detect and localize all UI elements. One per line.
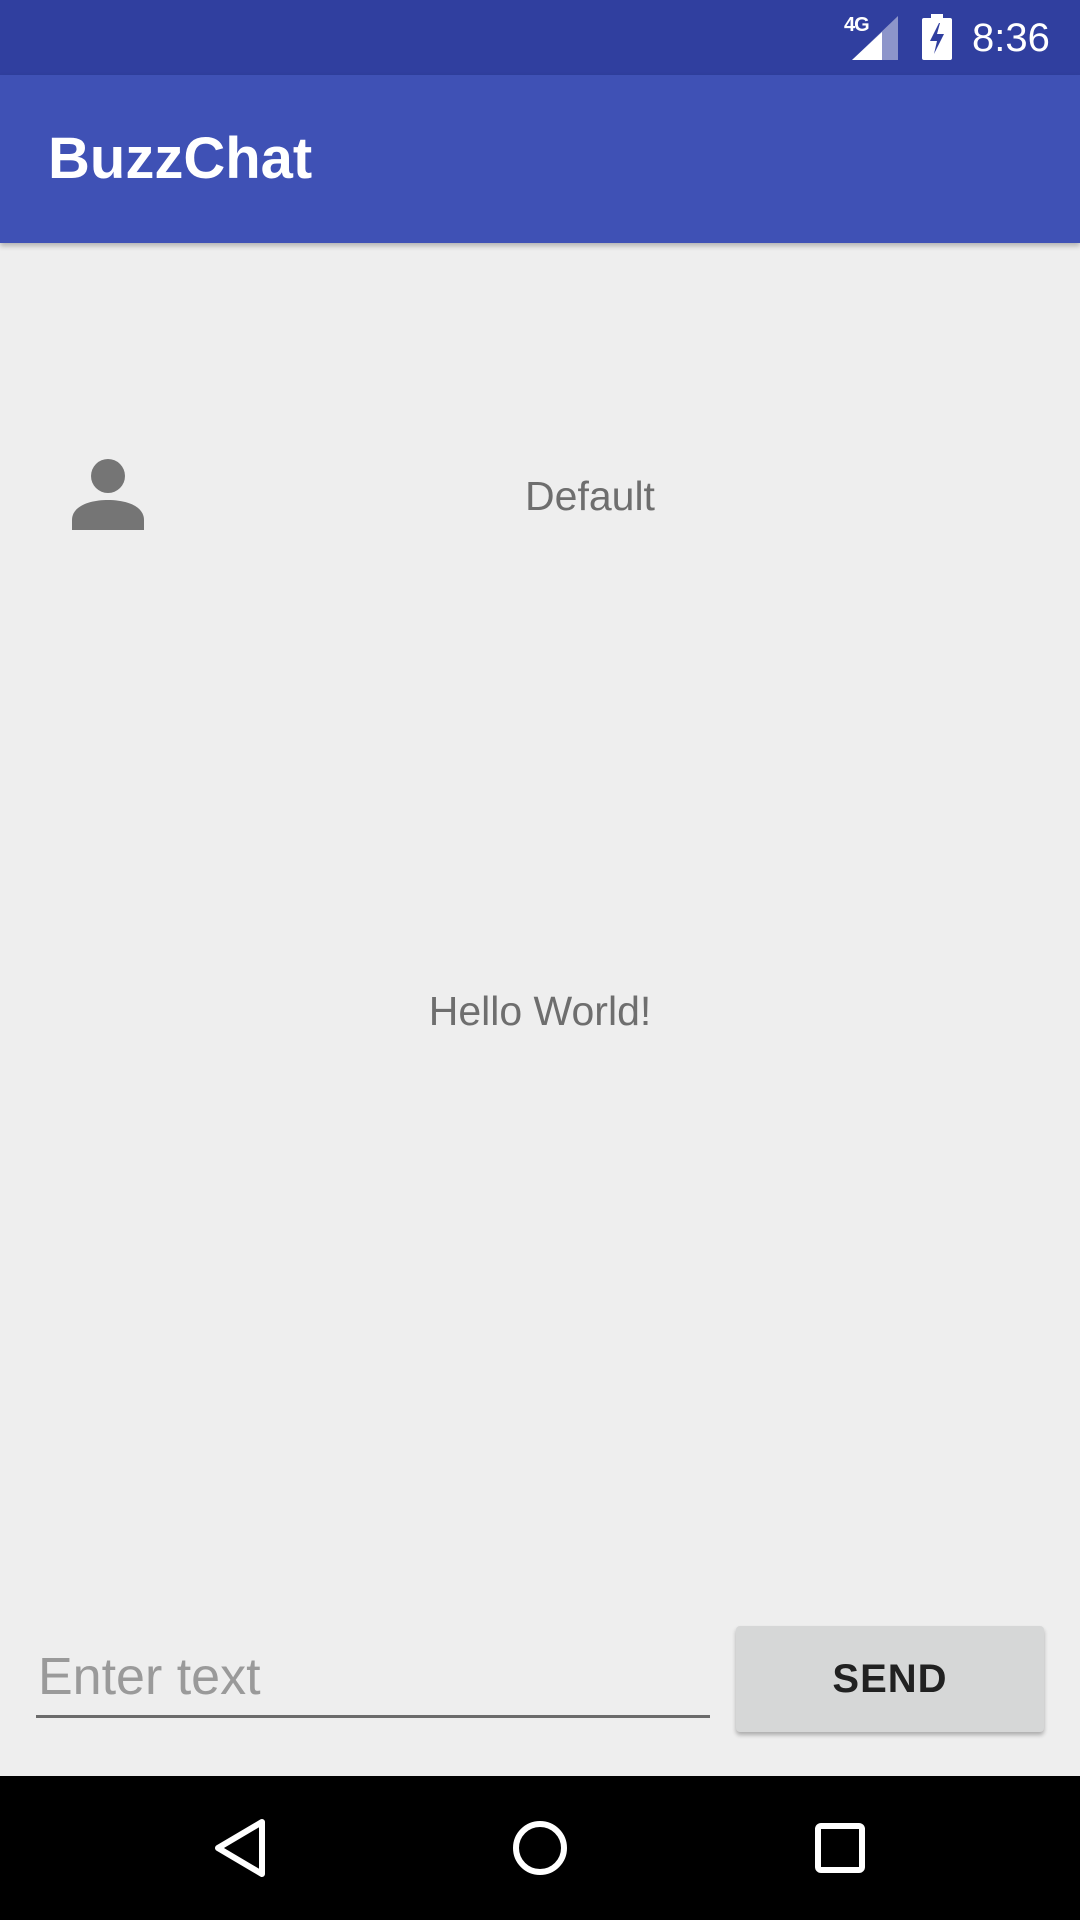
navigation-bar (0, 1776, 1080, 1920)
app-bar: BuzzChat (0, 75, 1080, 243)
signal-icon (852, 16, 898, 60)
app-title: BuzzChat (48, 126, 313, 191)
back-icon[interactable] (200, 1808, 280, 1888)
recent-apps-icon[interactable] (800, 1808, 880, 1888)
home-icon[interactable] (500, 1808, 580, 1888)
message-input[interactable] (36, 1638, 710, 1718)
status-time: 8:36 (972, 16, 1050, 60)
battery-charging-icon (922, 14, 952, 60)
status-bar: 4G 8:36 (0, 0, 1080, 75)
person-icon (72, 459, 144, 530)
send-button[interactable]: SEND (736, 1626, 1044, 1732)
user-name-label: Default (525, 473, 655, 519)
message-text: Hello World! (428, 988, 652, 1034)
